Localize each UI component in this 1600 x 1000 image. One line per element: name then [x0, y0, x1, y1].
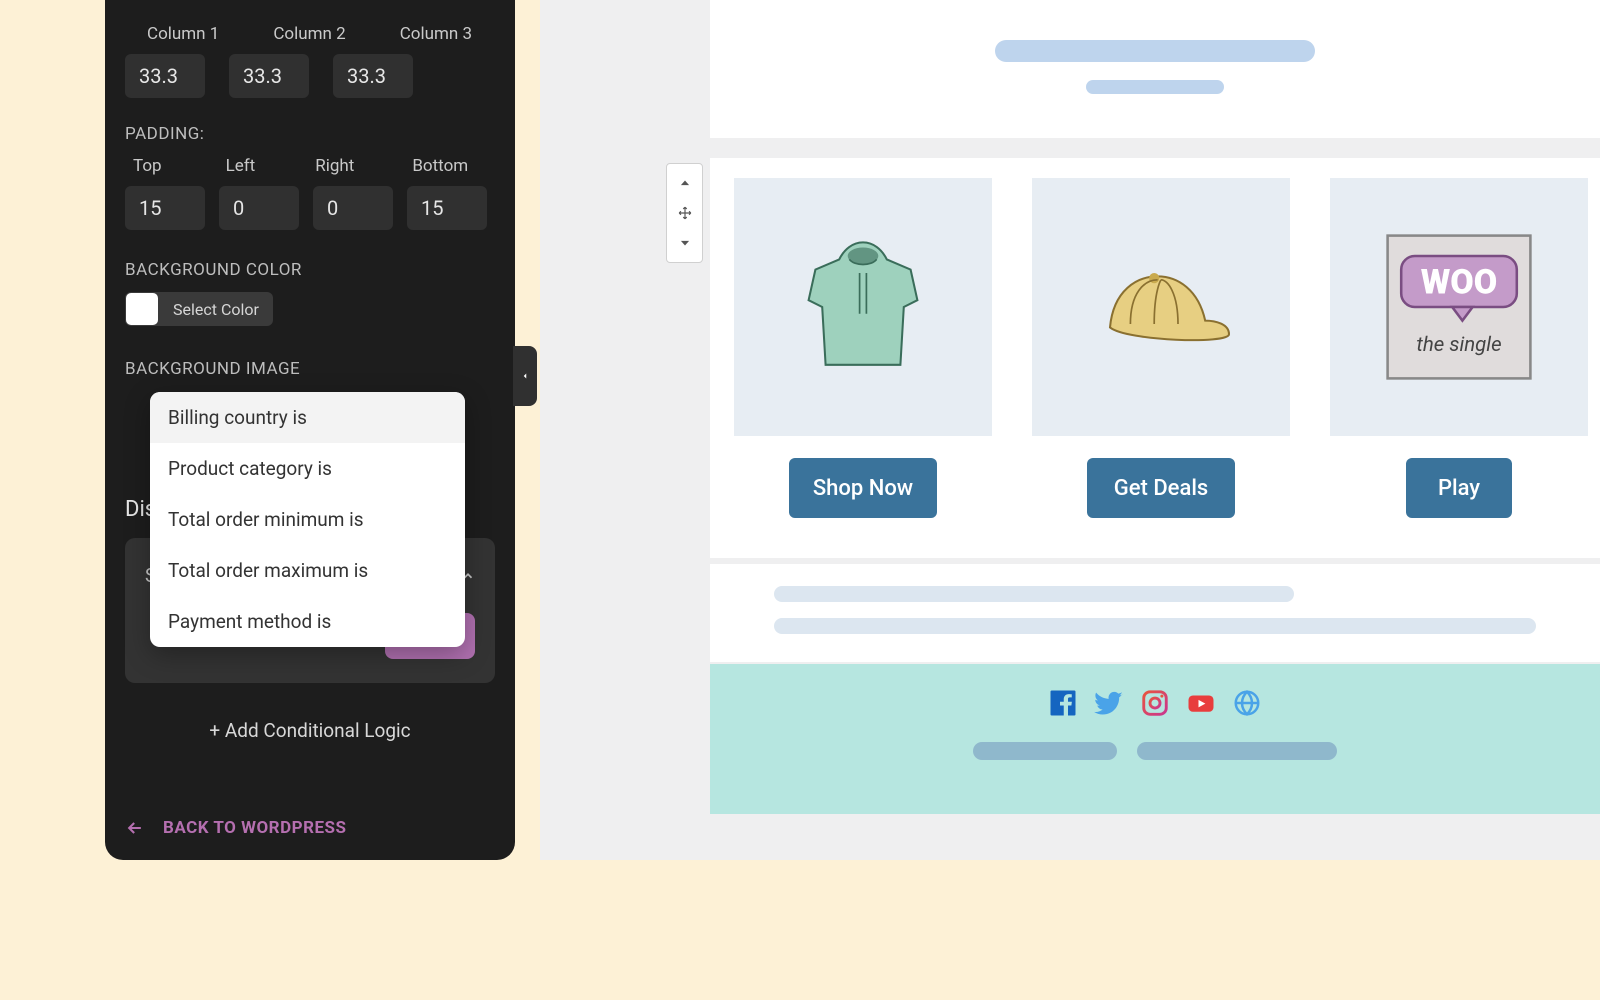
column-inputs — [125, 54, 495, 98]
arrow-left-icon — [125, 818, 145, 838]
pad-right-input[interactable] — [313, 186, 393, 230]
product-card: Get Deals — [1032, 178, 1290, 518]
placeholder-text-bar — [774, 618, 1536, 634]
dropdown-item[interactable]: Total order maximum is — [150, 545, 465, 596]
play-button[interactable]: Play — [1406, 458, 1512, 518]
bgcolor-title: BACKGROUND COLOR — [125, 260, 495, 280]
svg-text:the single: the single — [1416, 332, 1501, 356]
pad-top-label: Top — [133, 156, 162, 176]
product-card: Shop Now — [734, 178, 992, 518]
padding-inputs — [125, 186, 495, 230]
col3-input[interactable] — [333, 54, 413, 98]
column-labels: Column 1 Column 2 Column 3 — [147, 24, 495, 44]
block-reorder-control — [666, 163, 703, 263]
product-cards: Shop Now Get Deals WOO the single Play — [710, 158, 1600, 518]
dropdown-item[interactable]: Payment method is — [150, 596, 465, 647]
placeholder-subtitle-bar — [1086, 80, 1224, 94]
preview-header — [710, 0, 1600, 138]
pad-left-input[interactable] — [219, 186, 299, 230]
product-gallery[interactable]: Shop Now Get Deals WOO the single Play — [710, 158, 1600, 558]
move-icon[interactable] — [678, 206, 692, 220]
product-thumbnail — [1032, 178, 1290, 436]
preview-footer — [710, 664, 1600, 814]
hoodie-illustration — [778, 222, 948, 392]
product-card: WOO the single Play — [1330, 178, 1588, 518]
col2-input[interactable] — [229, 54, 309, 98]
bgimage-title: BACKGROUND IMAGE — [125, 359, 495, 379]
col1-label: Column 1 — [147, 24, 219, 44]
preview-text-block — [710, 564, 1600, 662]
padding-title: PADDING: — [125, 124, 495, 144]
arrow-down-icon[interactable] — [678, 235, 692, 249]
woo-single-illustration: WOO the single — [1374, 222, 1544, 392]
pad-left-label: Left — [226, 156, 256, 176]
sidebar-collapse-toggle[interactable] — [513, 346, 537, 406]
pad-bottom-label: Bottom — [412, 156, 468, 176]
dropdown-item[interactable]: Product category is — [150, 443, 465, 494]
col1-input[interactable] — [125, 54, 205, 98]
back-to-wordpress-link[interactable]: BACK TO WORDPRESS — [125, 818, 346, 838]
pad-top-input[interactable] — [125, 186, 205, 230]
placeholder-footer-bar — [1137, 742, 1337, 760]
get-deals-button[interactable]: Get Deals — [1087, 458, 1235, 518]
logic-dropdown-menu: Billing country is Product category is T… — [150, 392, 465, 647]
col2-label: Column 2 — [273, 24, 345, 44]
shop-now-button[interactable]: Shop Now — [789, 458, 937, 518]
dropdown-item[interactable]: Billing country is — [150, 392, 465, 443]
instagram-icon[interactable] — [1140, 688, 1170, 718]
chevron-left-icon — [520, 368, 530, 384]
col3-label: Column 3 — [400, 24, 472, 44]
cap-illustration — [1076, 222, 1246, 392]
product-thumbnail — [734, 178, 992, 436]
globe-icon[interactable] — [1232, 688, 1262, 718]
placeholder-footer-bar — [973, 742, 1117, 760]
social-icons — [710, 688, 1600, 718]
placeholder-title-bar — [995, 40, 1315, 62]
preview-canvas: Shop Now Get Deals WOO the single Play — [540, 0, 1600, 860]
facebook-icon[interactable] — [1048, 688, 1078, 718]
twitter-icon[interactable] — [1094, 688, 1124, 718]
arrow-up-icon[interactable] — [678, 177, 692, 191]
padding-labels: Top Left Right Bottom — [133, 156, 495, 176]
dropdown-item[interactable]: Total order minimum is — [150, 494, 465, 545]
placeholder-text-bar — [774, 586, 1294, 602]
svg-text:WOO: WOO — [1421, 262, 1498, 302]
youtube-icon[interactable] — [1186, 688, 1216, 718]
add-conditional-logic-button[interactable]: + Add Conditional Logic — [125, 719, 495, 742]
pad-right-label: Right — [315, 156, 354, 176]
select-color-button[interactable]: Select Color — [125, 292, 273, 326]
color-swatch — [126, 293, 158, 325]
footer-placeholder-bars — [710, 742, 1600, 764]
back-label: BACK TO WORDPRESS — [163, 818, 346, 838]
pad-bottom-input[interactable] — [407, 186, 487, 230]
product-thumbnail: WOO the single — [1330, 178, 1588, 436]
select-color-label: Select Color — [159, 300, 273, 319]
